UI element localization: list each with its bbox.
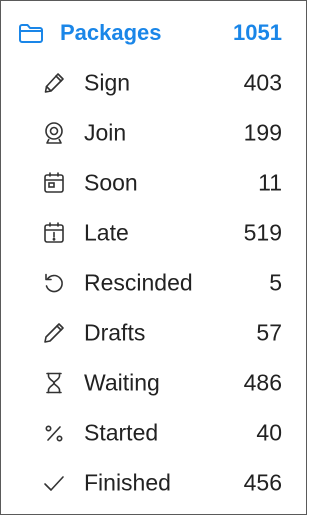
pen-icon [42,71,66,95]
packages-label: Packages [60,20,162,45]
sidebar-item-rescinded[interactable]: Rescinded 5 [1,258,306,308]
sidebar-item-label: Started [84,419,159,446]
sidebar-item-label: Join [84,119,127,146]
calendar-icon [42,171,66,195]
packages-header[interactable]: Packages 1051 [1,8,306,58]
sidebar-item-join[interactable]: Join 199 [1,108,306,158]
sidebar-item-count: 57 [256,319,282,346]
sidebar-item-count: 403 [243,69,282,96]
folder-icon [18,21,44,45]
sidebar-item-label: Finished [84,469,171,496]
packages-panel: Packages 1051 Sign 403 Join 199 Soon 11 … [0,0,307,515]
sidebar-item-count: 5 [269,269,282,296]
sidebar-item-label: Soon [84,169,138,196]
sidebar-item-late[interactable]: Late 519 [1,208,306,258]
hourglass-icon [42,371,66,395]
sidebar-item-sign[interactable]: Sign 403 [1,58,306,108]
sidebar-item-label: Sign [84,69,131,96]
sidebar-item-label: Waiting [84,369,160,396]
packages-count: 1051 [233,20,282,45]
sidebar-item-started[interactable]: Started 40 [1,408,306,458]
sidebar-item-count: 40 [256,419,282,446]
sidebar-item-finished[interactable]: Finished 456 [1,458,306,508]
undo-icon [42,271,66,295]
sidebar-item-drafts[interactable]: Drafts 57 [1,308,306,358]
calendar-alert-icon [42,221,66,245]
sidebar-item-count: 486 [243,369,282,396]
sidebar-item-waiting[interactable]: Waiting 486 [1,358,306,408]
percent-icon [42,421,66,445]
sidebar-item-count: 11 [258,169,282,196]
pencil-icon [42,321,66,345]
sidebar-item-label: Rescinded [84,269,193,296]
sidebar-item-count: 519 [243,219,282,246]
sidebar-item-label: Late [84,219,129,246]
checkmark-icon [42,471,66,495]
sidebar-item-soon[interactable]: Soon 11 [1,158,306,208]
sidebar-item-count: 199 [243,119,282,146]
webcam-icon [42,121,66,145]
sidebar-item-count: 456 [243,469,282,496]
sidebar-item-label: Drafts [84,319,146,346]
